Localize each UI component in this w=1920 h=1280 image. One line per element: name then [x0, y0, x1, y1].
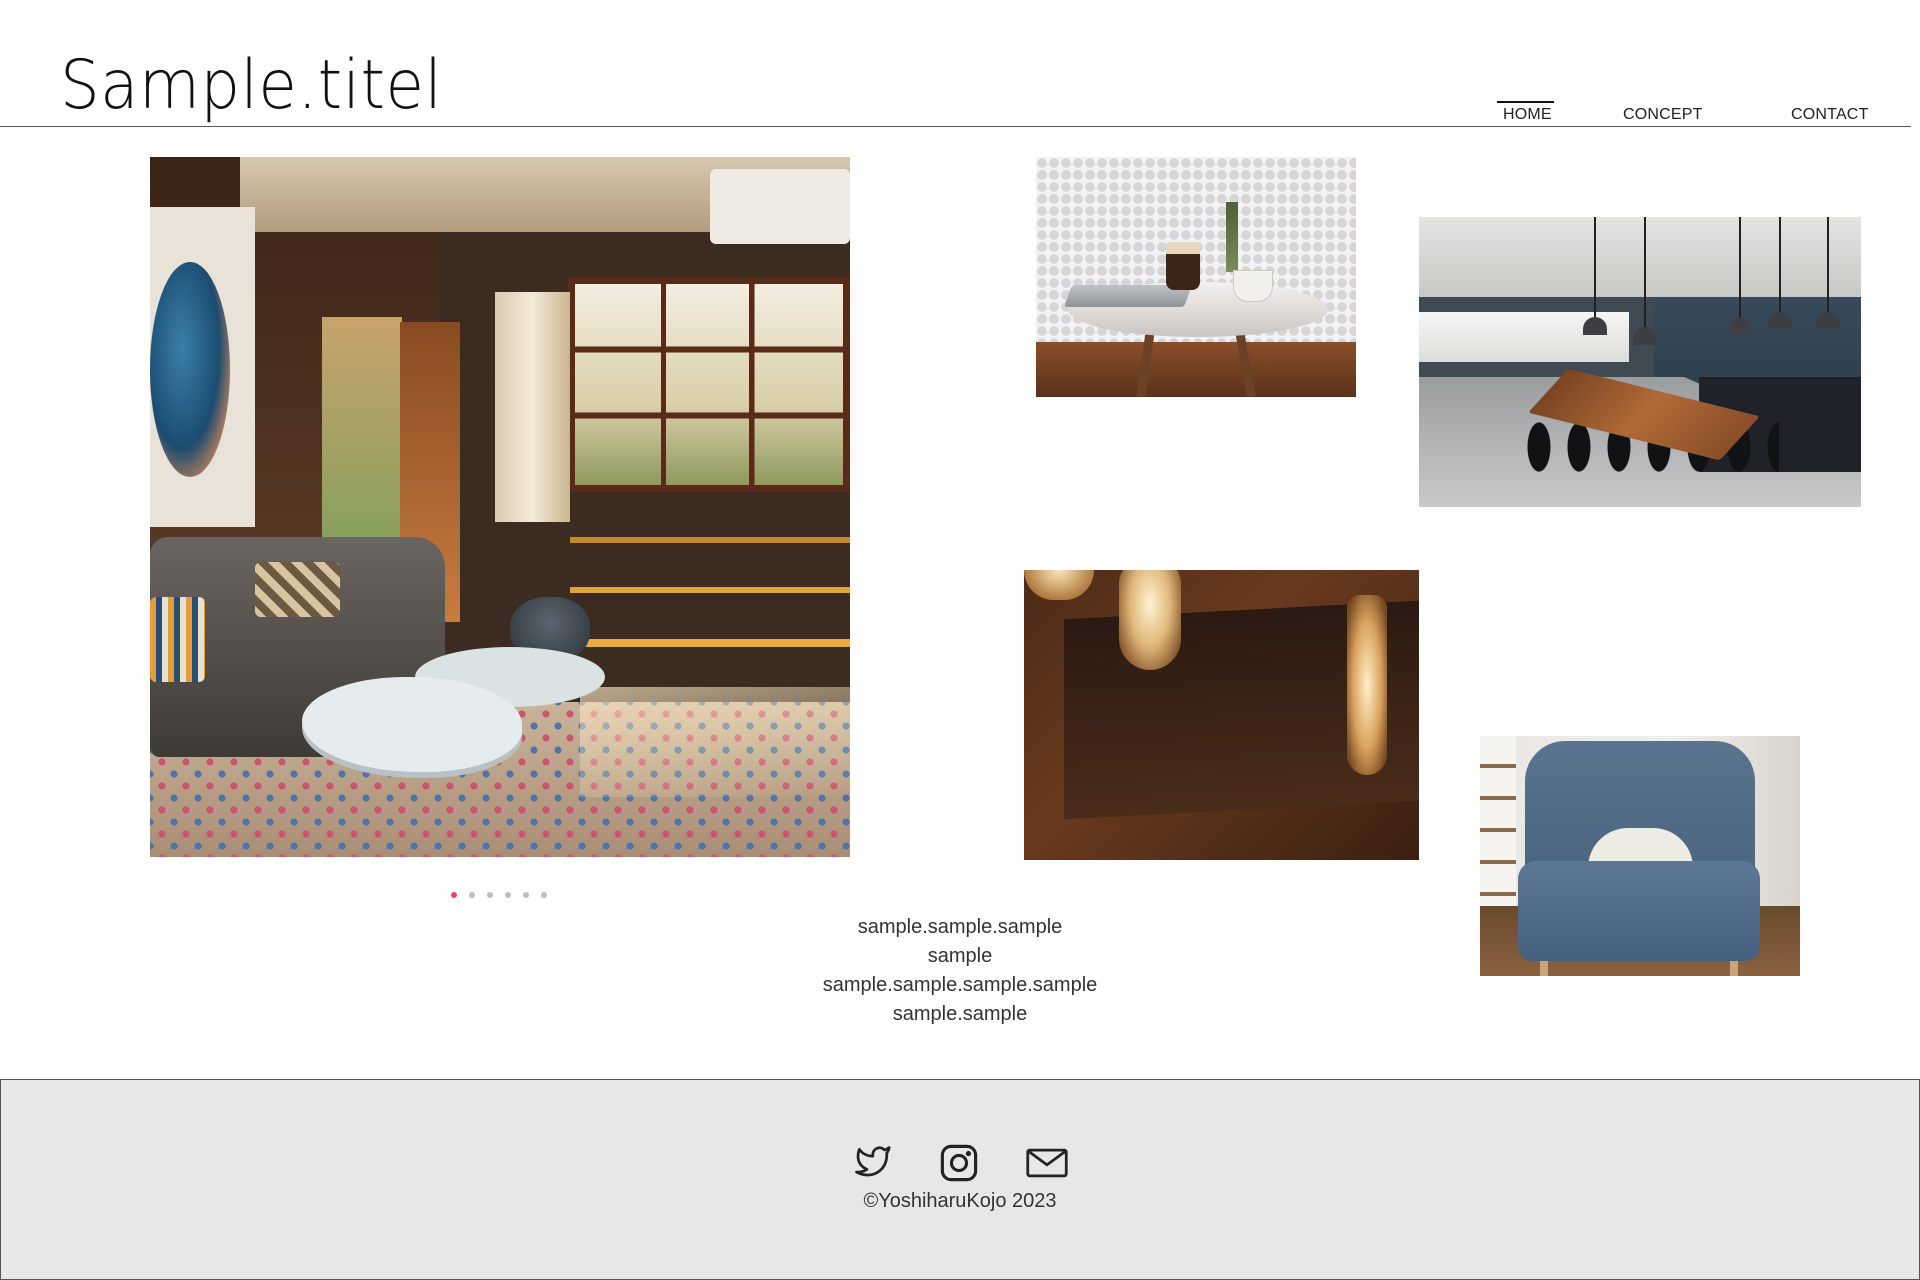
photo-detail	[568, 277, 850, 492]
photo-detail	[1119, 570, 1181, 670]
photo-detail	[1419, 217, 1861, 297]
photo-detail	[1779, 217, 1781, 312]
photo-detail	[1518, 861, 1760, 961]
photo-detail	[1827, 217, 1829, 312]
carousel-dot[interactable]	[541, 892, 547, 898]
photo-detail	[495, 292, 570, 522]
caption-line: sample	[927, 945, 993, 967]
caption-line: sample.sample.sample.sample	[822, 974, 1098, 996]
photo-detail	[1540, 961, 1548, 976]
photo-detail	[1347, 595, 1387, 775]
photo-detail	[1739, 217, 1741, 317]
nav-home-link[interactable]: HOME	[1503, 106, 1552, 124]
photo-detail	[150, 207, 255, 527]
carousel-dot[interactable]	[487, 892, 493, 898]
photo-detail	[1036, 342, 1356, 397]
photo-detail	[322, 317, 402, 567]
nav-contact-link[interactable]: CONTACT	[1791, 106, 1869, 124]
caption-line: sample.sample.sample	[857, 916, 1063, 938]
photo-detail	[1226, 202, 1238, 272]
photo-detail	[1024, 570, 1094, 600]
gallery-photo-dining[interactable]	[1419, 217, 1861, 507]
site-title[interactable]: Sample.titel	[60, 46, 442, 125]
photo-detail	[1583, 317, 1607, 335]
carousel-main-photo[interactable]	[150, 157, 850, 857]
copyright-text: ©YoshiharuKojo 2023	[863, 1190, 1057, 1212]
gallery-photo-chair[interactable]	[1480, 736, 1800, 976]
photo-detail	[710, 169, 850, 244]
photo-detail	[580, 687, 850, 797]
photo-detail	[1633, 327, 1657, 345]
nav-concept-link[interactable]: CONCEPT	[1623, 106, 1703, 124]
photo-detail	[150, 597, 205, 682]
nav-active-indicator	[1497, 101, 1554, 103]
carousel-dot[interactable]	[469, 892, 475, 898]
caption-line: sample.sample	[892, 1003, 1028, 1025]
carousel-dot[interactable]	[505, 892, 511, 898]
instagram-icon[interactable]	[936, 1140, 982, 1186]
carousel-pagination	[451, 892, 547, 898]
photo-detail	[1816, 312, 1840, 330]
photo-detail	[1480, 736, 1516, 916]
gallery-photo-bulbs[interactable]	[1024, 570, 1419, 860]
header-divider	[0, 126, 1911, 127]
photo-detail	[1768, 312, 1792, 330]
photo-detail	[1166, 242, 1200, 290]
photo-detail	[1234, 271, 1272, 301]
mail-icon[interactable]	[1024, 1140, 1070, 1186]
center-caption: sample.sample.sample sample sample.sampl…	[760, 913, 1160, 1029]
twitter-icon[interactable]	[848, 1140, 894, 1186]
photo-detail	[1728, 317, 1752, 335]
photo-detail	[1644, 217, 1646, 327]
gallery-photo-cafe[interactable]	[1036, 157, 1356, 397]
photo-detail	[255, 562, 340, 617]
carousel-dot[interactable]	[451, 892, 457, 898]
photo-detail	[1730, 961, 1738, 976]
social-links	[848, 1140, 1070, 1186]
carousel-dot[interactable]	[523, 892, 529, 898]
photo-detail	[1594, 217, 1596, 317]
